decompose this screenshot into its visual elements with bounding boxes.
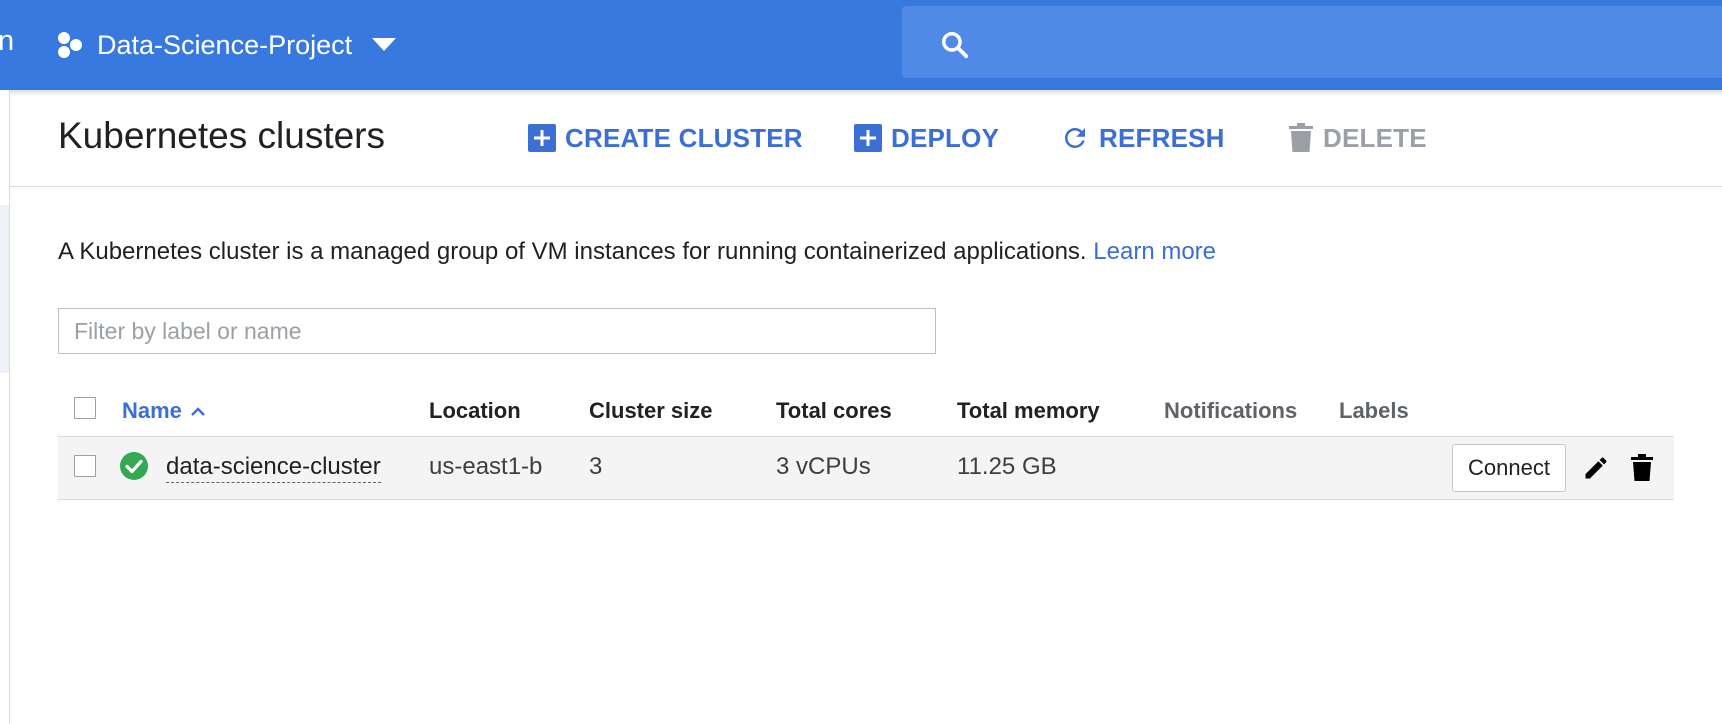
trash-icon[interactable] xyxy=(1630,454,1654,482)
top-app-bar: n Data-Science-Project xyxy=(0,0,1722,90)
column-header-cluster-size[interactable]: Cluster size xyxy=(589,398,713,424)
create-cluster-label: CREATE CLUSTER xyxy=(565,122,803,153)
select-all-checkbox[interactable] xyxy=(74,397,96,419)
column-header-total-cores[interactable]: Total cores xyxy=(776,398,892,424)
cluster-size: 3 xyxy=(589,453,603,480)
create-cluster-button[interactable]: CREATE CLUSTER xyxy=(528,120,803,156)
project-selector[interactable]: Data-Science-Project xyxy=(55,0,397,90)
column-header-total-memory[interactable]: Total memory xyxy=(957,398,1100,424)
column-header-name[interactable]: Name xyxy=(122,398,206,424)
cluster-total-cores: 3 vCPUs xyxy=(776,453,871,480)
column-header-notifications: Notifications xyxy=(1164,398,1298,423)
pencil-icon[interactable] xyxy=(1582,454,1610,482)
delete-label: DELETE xyxy=(1323,122,1427,153)
row-checkbox[interactable] xyxy=(74,455,96,477)
description-text: A Kubernetes cluster is a managed group … xyxy=(58,238,1094,265)
product-name-fragment: n xyxy=(0,25,15,57)
search-input[interactable] xyxy=(992,20,1696,66)
column-header-name-label: Name xyxy=(122,398,182,423)
cluster-name-link[interactable]: data-science-cluster xyxy=(166,453,381,483)
left-nav-rail[interactable] xyxy=(0,90,10,724)
cluster-location: us-east1-b xyxy=(429,453,543,480)
search-bar[interactable] xyxy=(902,6,1722,78)
connect-button[interactable]: Connect xyxy=(1452,444,1566,492)
filter-input[interactable] xyxy=(58,308,936,354)
delete-button[interactable]: DELETE xyxy=(1288,120,1427,156)
page-description: A Kubernetes cluster is a managed group … xyxy=(58,238,1216,266)
add-box-icon xyxy=(528,124,556,152)
refresh-label: REFRESH xyxy=(1099,122,1225,153)
search-icon xyxy=(942,32,969,59)
top-bar-shadow xyxy=(0,90,1722,96)
learn-more-link[interactable]: Learn more xyxy=(1093,238,1216,265)
refresh-icon xyxy=(1065,128,1085,148)
deploy-label: DEPLOY xyxy=(891,122,1000,153)
page-title: Kubernetes clusters xyxy=(58,115,386,156)
project-name: Data-Science-Project xyxy=(97,29,353,60)
check-circle-icon xyxy=(120,452,148,480)
column-header-location[interactable]: Location xyxy=(429,398,521,424)
cluster-total-memory: 11.25 GB xyxy=(957,453,1057,480)
add-box-icon xyxy=(854,124,882,152)
nav-active-indicator xyxy=(0,205,9,373)
refresh-button[interactable]: REFRESH xyxy=(1060,120,1225,156)
project-hexagons-icon xyxy=(58,32,82,58)
trash-icon xyxy=(1289,123,1313,152)
column-header-labels: Labels xyxy=(1339,398,1409,423)
header-divider xyxy=(10,186,1722,187)
deploy-button[interactable]: DEPLOY xyxy=(854,120,999,156)
caret-down-icon xyxy=(372,38,397,51)
chevron-up-icon xyxy=(191,407,205,416)
